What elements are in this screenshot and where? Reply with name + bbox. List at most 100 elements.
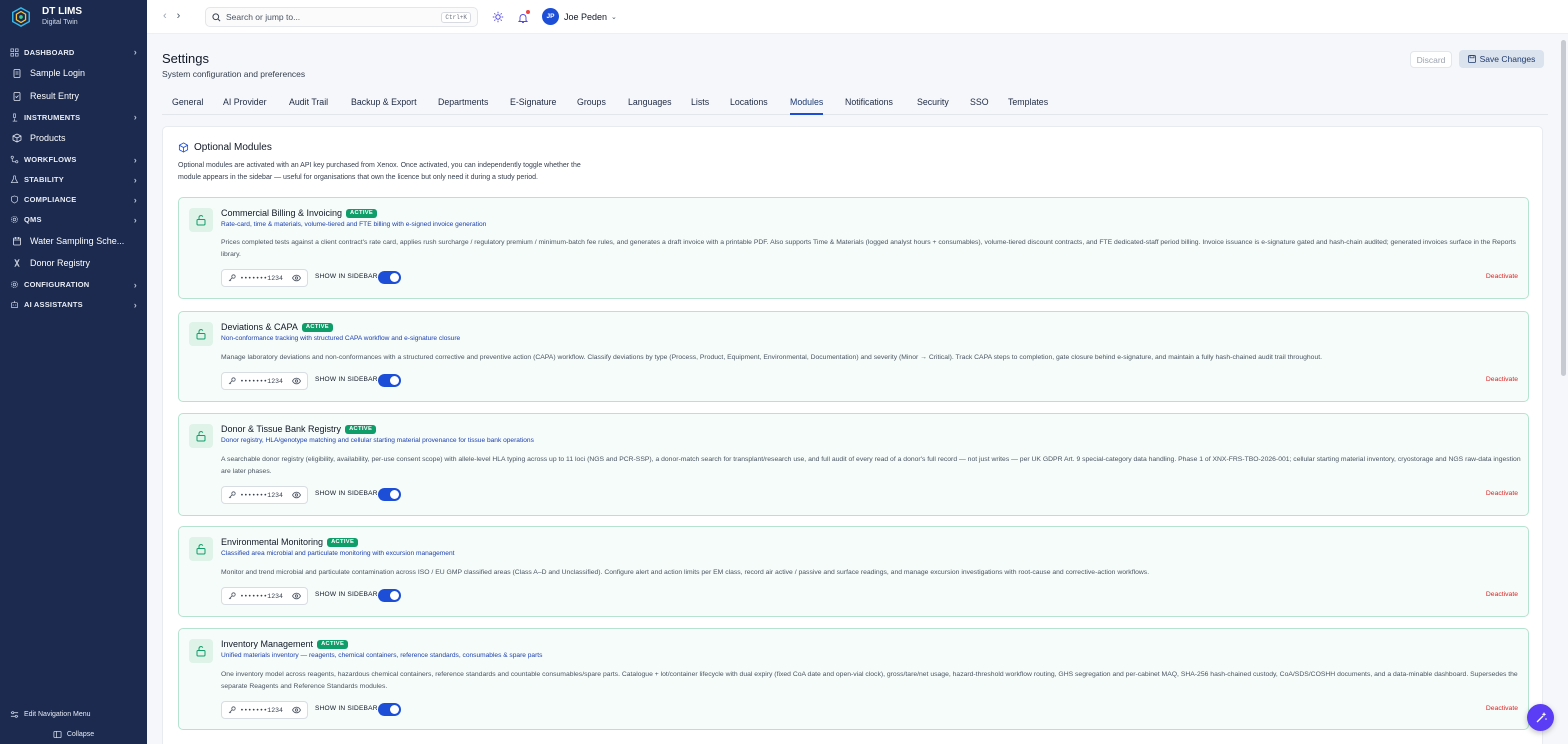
tab-lists[interactable]: Lists [691,93,709,115]
module-card: Deviations & CAPA ACTIVE Non-conformance t… [178,311,1529,402]
show-in-sidebar-toggle[interactable] [378,589,401,602]
tab-groups[interactable]: Groups [577,93,606,115]
bot-icon [10,300,19,309]
sidebar-item-donor-registry[interactable]: Donor Registry [0,252,147,275]
brand-name: DT LIMS [42,6,82,17]
collapse-label: Collapse [66,730,95,738]
sidebar-item-workflows[interactable]: WORKFLOWS › [0,150,147,170]
eye-icon[interactable] [292,491,301,499]
deactivate-link[interactable]: Deactivate [1486,273,1518,280]
sun-icon[interactable] [492,11,504,23]
sidebar-item-ai-assistants[interactable]: AI ASSISTANTS › [0,295,147,315]
shield-icon [10,195,19,204]
search-input[interactable] [226,12,442,22]
sidebar-item-compliance[interactable]: COMPLIANCE › [0,190,147,210]
module-description: Prices completed tests against a client … [221,239,1516,258]
unlock-icon [189,208,213,232]
search-box[interactable]: Ctrl+K [205,7,478,27]
sidebar-item-stability[interactable]: STABILITY › [0,170,147,190]
sidebar-item-configuration[interactable]: CONFIGURATION › [0,275,147,295]
chevron-right-icon: › [133,154,137,165]
sidebar-item-label: INSTRUMENTS [24,112,81,122]
brand[interactable]: DT LIMS Digital Twin [0,0,147,34]
status-badge: ACTIVE [346,208,378,218]
logo-icon [12,6,30,28]
eye-icon[interactable] [292,592,301,600]
discard-button[interactable]: Discard [1410,51,1452,68]
sidebar-item-instruments[interactable]: INSTRUMENTS › [0,107,147,127]
module-subtitle: Classified area microbial and particulat… [221,550,455,557]
chevron-right-icon: › [133,112,137,122]
forward-arrow-icon[interactable]: › [177,10,181,22]
module-title-row: Inventory Management ACTIVE [221,639,349,649]
eye-icon[interactable] [292,706,301,714]
api-key-value: •••••••1234 [240,592,283,600]
gear-icon [10,215,19,224]
sidebar-item-qms[interactable]: QMS › [0,210,147,230]
deactivate-link[interactable]: Deactivate [1486,591,1518,598]
tab-security[interactable]: Security [917,93,949,115]
sidebar-item-sample-login[interactable]: Sample Login [0,62,147,85]
scrollbar[interactable] [1561,40,1566,376]
api-key-field[interactable]: •••••••1234 [221,372,308,390]
edit-navigation-menu[interactable]: Edit Navigation Menu [0,704,147,724]
chevron-right-icon: › [133,299,137,310]
sidebar-item-label: QMS [24,215,42,224]
module-card: Commercial Billing & Invoicing ACTIVE Rate… [178,197,1529,299]
module-title: Donor & Tissue Bank Registry [221,424,342,434]
sidebar-item-result-entry[interactable]: Result Entry [0,85,147,108]
gear-icon [10,280,19,289]
search-shortcut: Ctrl+K [441,11,471,23]
key-icon [228,377,236,385]
tab-e-signature[interactable]: E-Signature [510,93,556,115]
avatar: JP [542,8,559,25]
chevron-right-icon: › [133,214,137,225]
deactivate-link[interactable]: Deactivate [1486,705,1518,712]
back-arrow-icon[interactable]: ‹ [163,10,167,22]
api-key-field[interactable]: •••••••1234 [221,701,308,719]
show-in-sidebar-toggle[interactable] [378,703,401,716]
module-description: Manage laboratory deviations and non-con… [221,354,1323,361]
tab-locations[interactable]: Locations [730,93,768,115]
api-key-field[interactable]: •••••••1234 [221,587,308,605]
tab-departments[interactable]: Departments [438,93,488,115]
user-name: Joe Peden [564,11,608,22]
show-in-sidebar-label: SHOW IN SIDEBAR [315,591,378,598]
module-title: Commercial Billing & Invoicing [221,208,343,218]
sidebar-footer: Edit Navigation Menu Collapse [0,704,147,744]
collapse-button[interactable]: Collapse [0,724,147,744]
tab-general[interactable]: General [172,93,203,115]
user-menu[interactable]: JP Joe Peden ⌄ [542,8,617,25]
api-key-field[interactable]: •••••••1234 [221,486,308,504]
sidebar-item-dashboard[interactable]: DASHBOARD › [0,42,147,62]
topbar: ‹ › Ctrl+K JP Joe Peden ⌄ [147,0,1568,34]
sidebar-item-label: Sample Login [30,68,86,79]
show-in-sidebar-label: SHOW IN SIDEBAR [315,273,378,280]
deactivate-link[interactable]: Deactivate [1486,490,1518,497]
sidebar-item-water-sampling-sche[interactable]: Water Sampling Sche... [0,230,147,253]
save-changes-button[interactable]: Save Changes [1459,50,1544,68]
tab-languages[interactable]: Languages [628,93,672,115]
history-nav: ‹ › [163,10,180,22]
deactivate-link[interactable]: Deactivate [1486,376,1518,383]
show-in-sidebar-toggle[interactable] [378,271,401,284]
show-in-sidebar-toggle[interactable] [378,488,401,501]
tab-audit-trail[interactable]: Audit Trail [289,93,328,115]
tab-templates[interactable]: Templates [1008,93,1048,115]
tab-modules[interactable]: Modules [790,93,824,115]
tab-notifications[interactable]: Notifications [845,93,893,115]
api-key-field[interactable]: •••••••1234 [221,269,308,287]
tab-backup-export[interactable]: Backup & Export [351,93,417,115]
ai-assistant-button[interactable] [1527,704,1554,731]
sidebar-item-products[interactable]: Products [0,127,147,150]
unlock-icon [189,639,213,663]
sliders-icon [10,710,19,718]
clipboard-check-icon [13,91,21,101]
show-in-sidebar-toggle[interactable] [378,374,401,387]
module-description: A searchable donor registry (eligibility… [221,456,1521,475]
tab-sso[interactable]: SSO [970,93,989,115]
eye-icon[interactable] [292,377,301,385]
tab-ai-provider[interactable]: AI Provider [223,93,267,115]
notifications-button[interactable] [517,10,530,23]
eye-icon[interactable] [292,274,301,282]
